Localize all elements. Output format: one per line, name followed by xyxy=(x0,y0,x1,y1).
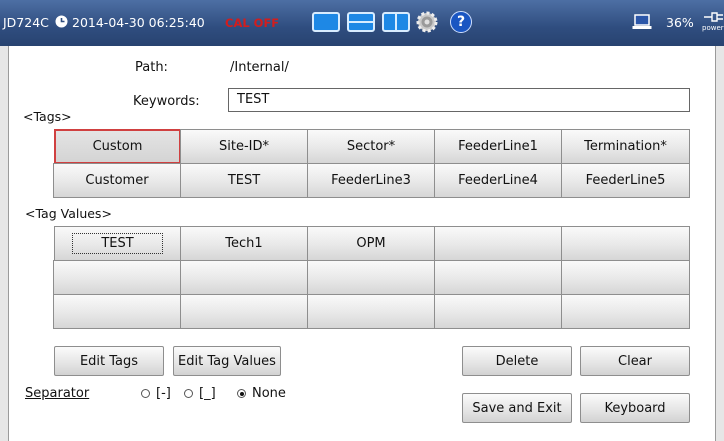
tag-value-button[interactable] xyxy=(307,260,435,295)
calibration-status: CAL OFF xyxy=(225,16,280,30)
tag-button[interactable]: Custom xyxy=(54,129,181,164)
tag-button[interactable]: TEST xyxy=(180,163,308,198)
path-value: /Internal/ xyxy=(230,60,289,75)
tag-button[interactable]: Site-ID* xyxy=(180,129,308,164)
help-icon[interactable]: ? xyxy=(450,11,472,33)
tag-editor-panel: Path: /Internal/ Keywords: TEST <Tags> C… xyxy=(8,46,716,441)
radio-circle-icon xyxy=(184,389,193,398)
radio-circle-icon xyxy=(141,389,150,398)
tag-value-button[interactable] xyxy=(180,260,308,295)
datetime: 2014-04-30 06:25:40 xyxy=(72,15,205,30)
tag-values-grid: TEST Tech1 OPM xyxy=(53,226,690,329)
tag-value-button[interactable]: Tech1 xyxy=(180,226,308,261)
tag-value-button[interactable] xyxy=(53,294,181,329)
tag-button[interactable]: FeederLine1 xyxy=(434,129,562,164)
tags-section-header: <Tags> xyxy=(23,109,72,124)
radio-label: [_] xyxy=(199,386,216,401)
tags-grid: Custom Site-ID* Sector* FeederLine1 Term… xyxy=(53,129,690,198)
tag-value-button[interactable]: TEST xyxy=(54,226,181,261)
save-and-exit-button[interactable]: Save and Exit xyxy=(462,393,572,423)
battery-level: 36% xyxy=(666,15,694,30)
separator-dash-radio[interactable]: [-] xyxy=(141,386,171,401)
tag-values-section-header: <Tag Values> xyxy=(25,206,112,221)
clear-button[interactable]: Clear xyxy=(580,346,690,376)
tag-value-button[interactable] xyxy=(434,260,562,295)
path-label: Path: xyxy=(135,60,168,75)
clock-icon xyxy=(55,15,68,28)
tag-value-button[interactable] xyxy=(180,294,308,329)
laptop-icon xyxy=(632,14,652,29)
tag-button[interactable]: Customer xyxy=(53,163,181,198)
delete-button[interactable]: Delete xyxy=(462,346,572,376)
single-view-icon[interactable] xyxy=(312,12,340,32)
power-label: power xyxy=(702,24,724,32)
device-name: JD724C xyxy=(3,15,49,30)
separator-label: Separator xyxy=(25,386,90,401)
keywords-input[interactable]: TEST xyxy=(228,88,690,112)
title-bar: JD724C 2014-04-30 06:25:40 CAL OFF ? 36%… xyxy=(0,0,724,46)
radio-label: None xyxy=(252,386,286,401)
power-plug-icon: power xyxy=(702,10,724,36)
separator-none-radio[interactable]: None xyxy=(237,386,286,401)
tag-button[interactable]: Sector* xyxy=(307,129,435,164)
app-window: JD724C 2014-04-30 06:25:40 CAL OFF ? 36%… xyxy=(0,0,724,441)
dual-vertical-view-icon[interactable] xyxy=(382,12,410,32)
tag-button[interactable]: FeederLine3 xyxy=(307,163,435,198)
tag-button[interactable]: FeederLine5 xyxy=(561,163,690,198)
tag-value-button[interactable] xyxy=(561,226,690,261)
tag-value-button[interactable] xyxy=(53,260,181,295)
tag-button[interactable]: Termination* xyxy=(561,129,690,164)
tag-value-button[interactable]: OPM xyxy=(307,226,435,261)
edit-tag-values-button[interactable]: Edit Tag Values xyxy=(173,346,281,376)
tag-button[interactable]: FeederLine4 xyxy=(434,163,562,198)
keywords-label: Keywords: xyxy=(133,94,200,109)
edit-tags-button[interactable]: Edit Tags xyxy=(54,346,164,376)
tag-value-button[interactable] xyxy=(561,260,690,295)
tag-value-button[interactable] xyxy=(434,226,562,261)
keyboard-button[interactable]: Keyboard xyxy=(580,393,690,423)
dual-horizontal-view-icon[interactable] xyxy=(347,12,375,32)
separator-underscore-radio[interactable]: [_] xyxy=(184,386,216,401)
tag-value-button[interactable] xyxy=(434,294,562,329)
settings-gear-icon[interactable] xyxy=(415,10,439,34)
tag-value-button[interactable] xyxy=(561,294,690,329)
radio-label: [-] xyxy=(156,386,171,401)
radio-circle-icon xyxy=(237,389,246,398)
tag-value-button[interactable] xyxy=(307,294,435,329)
